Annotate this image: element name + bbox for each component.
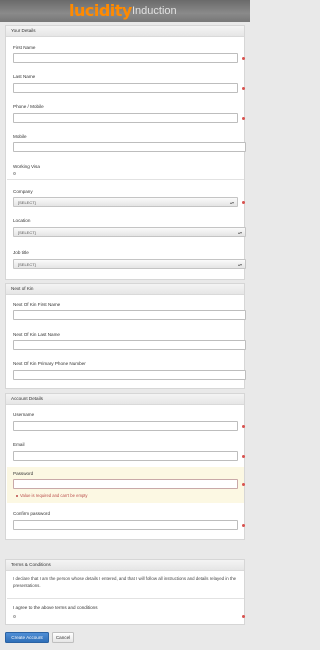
- company-select-value: [SELECT]: [18, 200, 36, 205]
- location-select[interactable]: [SELECT] ▴▾: [13, 227, 246, 237]
- job-title-label: Job title: [13, 250, 29, 255]
- first-name-label: First Name: [13, 45, 36, 50]
- password-error-group: Password Value is required and can't be …: [7, 467, 245, 503]
- required-indicator: [242, 615, 245, 618]
- kin-last-name-input[interactable]: [13, 340, 246, 350]
- error-bullet-icon: [16, 495, 18, 497]
- mobile-label: Mobile: [13, 134, 27, 139]
- last-name-input[interactable]: [13, 83, 238, 93]
- required-indicator: [242, 57, 245, 60]
- required-indicator: [242, 483, 245, 486]
- password-error-message: Value is required and can't be empty: [20, 493, 88, 498]
- email-input[interactable]: [13, 451, 238, 461]
- next-of-kin-section: Next of Kin Next Of Kin First Name Next …: [5, 283, 246, 389]
- username-input[interactable]: [13, 421, 238, 431]
- chevron-up-down-icon: ▴▾: [237, 262, 242, 267]
- job-title-select[interactable]: [SELECT] ▴▾: [13, 259, 246, 269]
- company-label: Company: [13, 189, 33, 194]
- agree-terms-radio[interactable]: [13, 615, 16, 618]
- kin-phone-input[interactable]: [13, 370, 246, 380]
- terms-section: Terms & Conditions I declare that I am t…: [5, 559, 245, 625]
- kin-first-name-input[interactable]: [13, 310, 246, 320]
- confirm-password-label: Confirm password: [13, 511, 51, 516]
- required-indicator: [242, 455, 245, 458]
- confirm-password-input[interactable]: [13, 520, 238, 530]
- required-indicator: [242, 524, 245, 527]
- password-label: Password: [13, 471, 34, 476]
- account-details-section: Account Details Username Email Password …: [5, 393, 245, 540]
- last-name-label: Last Name: [13, 74, 36, 79]
- phone-input[interactable]: [13, 113, 238, 123]
- divider: [7, 179, 244, 180]
- working-visa-radio[interactable]: [13, 172, 16, 175]
- cancel-button[interactable]: Cancel: [52, 632, 74, 643]
- kin-phone-label: Next Of Kin Primary Phone Number: [13, 361, 86, 366]
- username-label: Username: [13, 412, 35, 417]
- working-visa-label: Working Visa: [13, 164, 40, 169]
- company-select[interactable]: [SELECT] ▴▾: [13, 197, 238, 207]
- divider: [7, 598, 244, 599]
- app-header: lucidity Induction: [0, 0, 250, 22]
- required-indicator: [242, 201, 245, 204]
- kin-last-name-label: Next Of Kin Last Name: [13, 332, 60, 337]
- required-indicator: [242, 87, 245, 90]
- chevron-up-down-icon: ▴▾: [237, 230, 242, 235]
- chevron-up-down-icon: ▴▾: [229, 200, 234, 205]
- kin-first-name-label: Next Of Kin First Name: [13, 302, 61, 307]
- job-title-select-value: [SELECT]: [18, 262, 36, 267]
- location-label: Location: [13, 218, 31, 223]
- email-label: Email: [13, 442, 25, 447]
- mobile-input[interactable]: [13, 142, 246, 152]
- header-subtitle: Induction: [132, 5, 177, 17]
- location-select-value: [SELECT]: [18, 230, 36, 235]
- agree-terms-label: I agree to the above terms and condition…: [13, 605, 98, 610]
- section-title: Your Details: [6, 26, 244, 37]
- phone-label: Phone / Mobile: [13, 104, 44, 109]
- your-details-section: Your Details First Name Last Name Phone …: [5, 25, 246, 280]
- section-title: Terms & Conditions: [6, 560, 244, 571]
- first-name-input[interactable]: [13, 53, 238, 63]
- section-title: Next of Kin: [6, 284, 244, 295]
- required-indicator: [242, 425, 245, 428]
- required-indicator: [242, 117, 245, 120]
- create-account-button[interactable]: Create Account: [5, 632, 49, 643]
- lucidity-logo: lucidity: [69, 1, 132, 20]
- password-input[interactable]: [13, 479, 238, 489]
- section-title: Account Details: [6, 394, 244, 405]
- terms-declaration: I declare that I am the person whose det…: [13, 576, 237, 588]
